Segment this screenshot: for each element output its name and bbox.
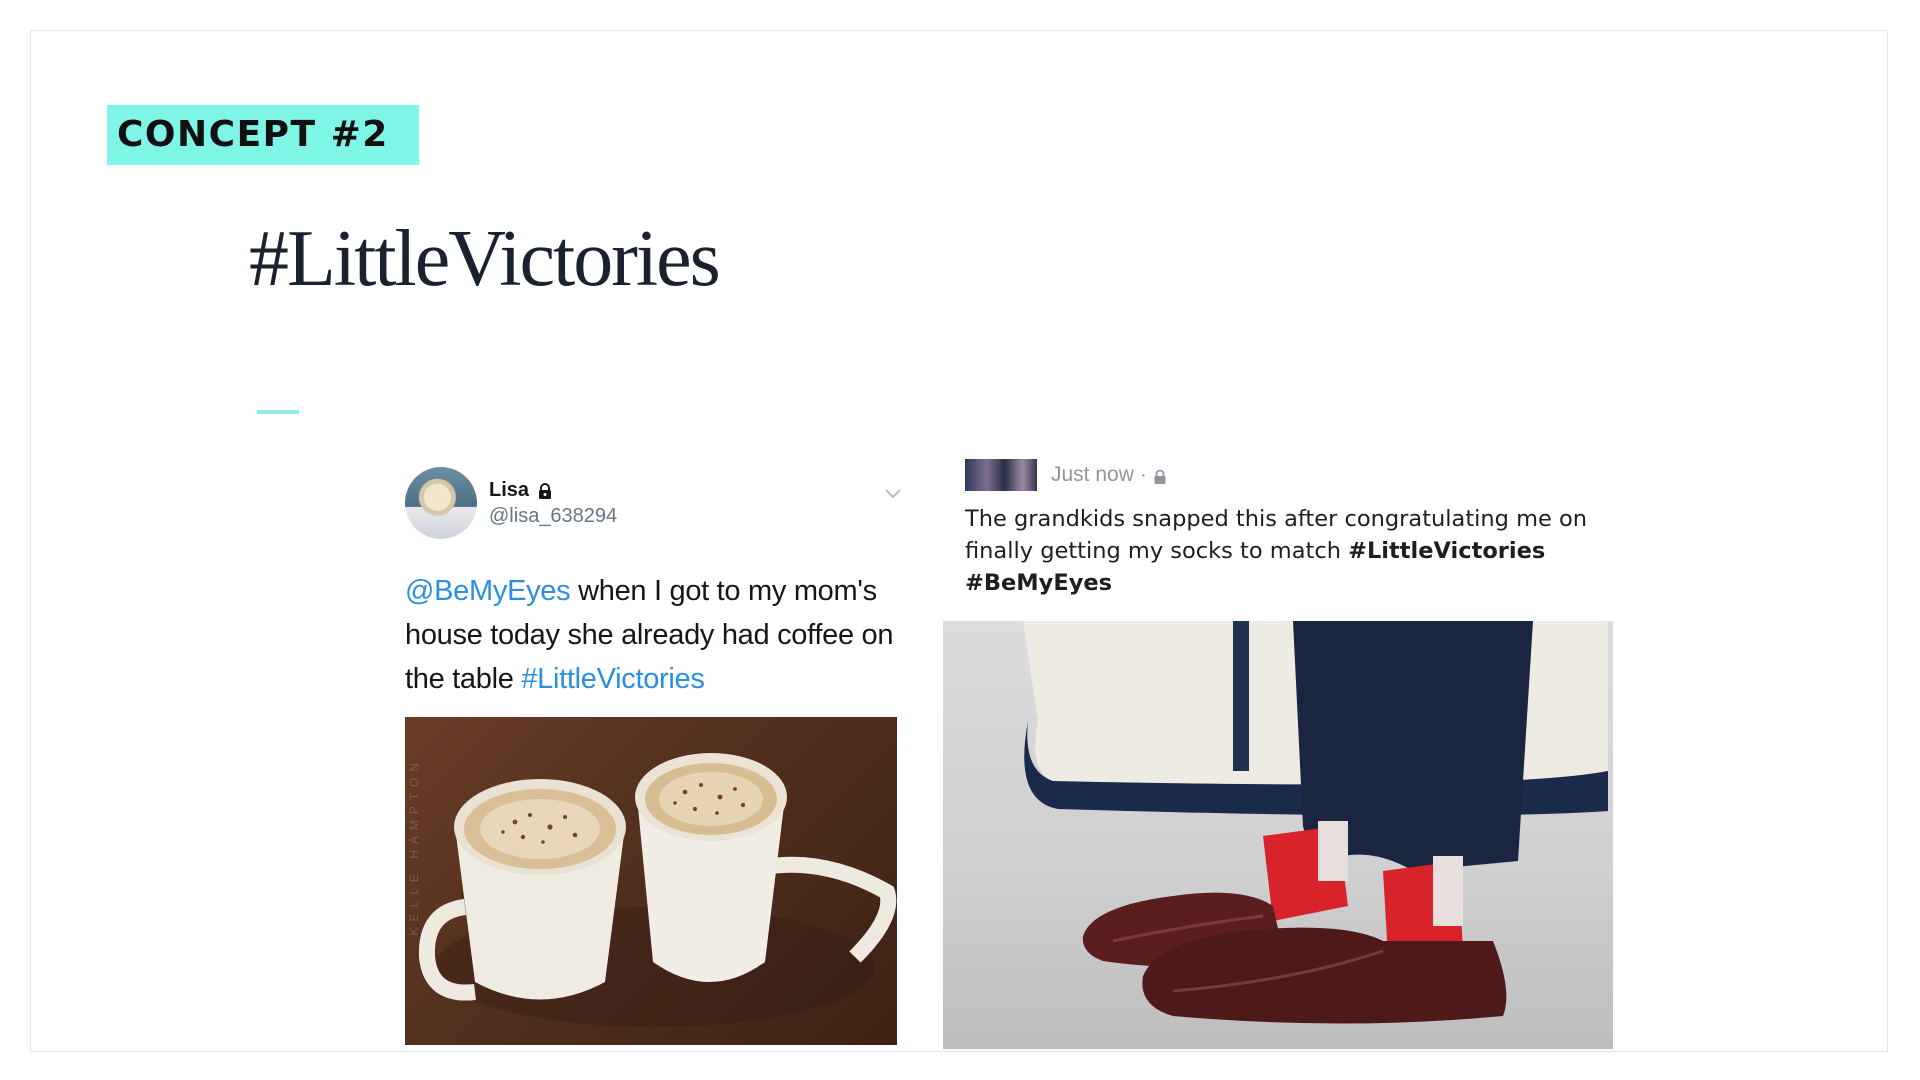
post-thumbnail[interactable] (965, 459, 1037, 491)
post-header: Just now · (965, 459, 1167, 491)
post-text: The grandkids snapped this after congrat… (965, 503, 1595, 599)
photo-watermark: KELLE HAMPTON (407, 757, 421, 936)
coffee-photo[interactable]: KELLE HAMPTON (405, 717, 897, 1045)
post-meta: Just now · (1051, 463, 1167, 487)
avatar[interactable] (405, 467, 477, 539)
lock-icon[interactable] (1153, 467, 1167, 484)
slide: CONCEPT #2 #LittleVictories Lisa @lisa_6… (30, 30, 1888, 1052)
mention-link[interactable]: @BeMyEyes (405, 575, 571, 607)
post-timestamp[interactable]: Just now (1051, 463, 1134, 487)
socks-illustration (1023, 621, 1608, 1024)
tweet-author-name: Lisa (489, 479, 530, 501)
tweet-user-info: Lisa @lisa_638294 (489, 479, 617, 528)
meta-separator: · (1139, 463, 1147, 486)
tweet-handle[interactable]: @lisa_638294 (489, 505, 617, 528)
page-title: #LittleVictories (249, 215, 721, 303)
chevron-down-icon[interactable] (883, 487, 903, 501)
coffee-mugs-illustration (418, 753, 897, 1027)
concept-badge: CONCEPT #2 (107, 105, 419, 165)
hashtag-link[interactable]: #LittleVictories (521, 663, 705, 695)
socks-photo[interactable] (943, 621, 1613, 1049)
hashtag-link[interactable]: #BeMyEyes (965, 570, 1112, 596)
tweet-text: @BeMyEyes when I got to my mom's house t… (405, 569, 905, 701)
hashtag-link[interactable]: #LittleVictories (1348, 538, 1545, 564)
accent-divider (257, 410, 299, 414)
tweet-author[interactable]: Lisa (489, 479, 617, 502)
lock-icon (536, 482, 554, 500)
